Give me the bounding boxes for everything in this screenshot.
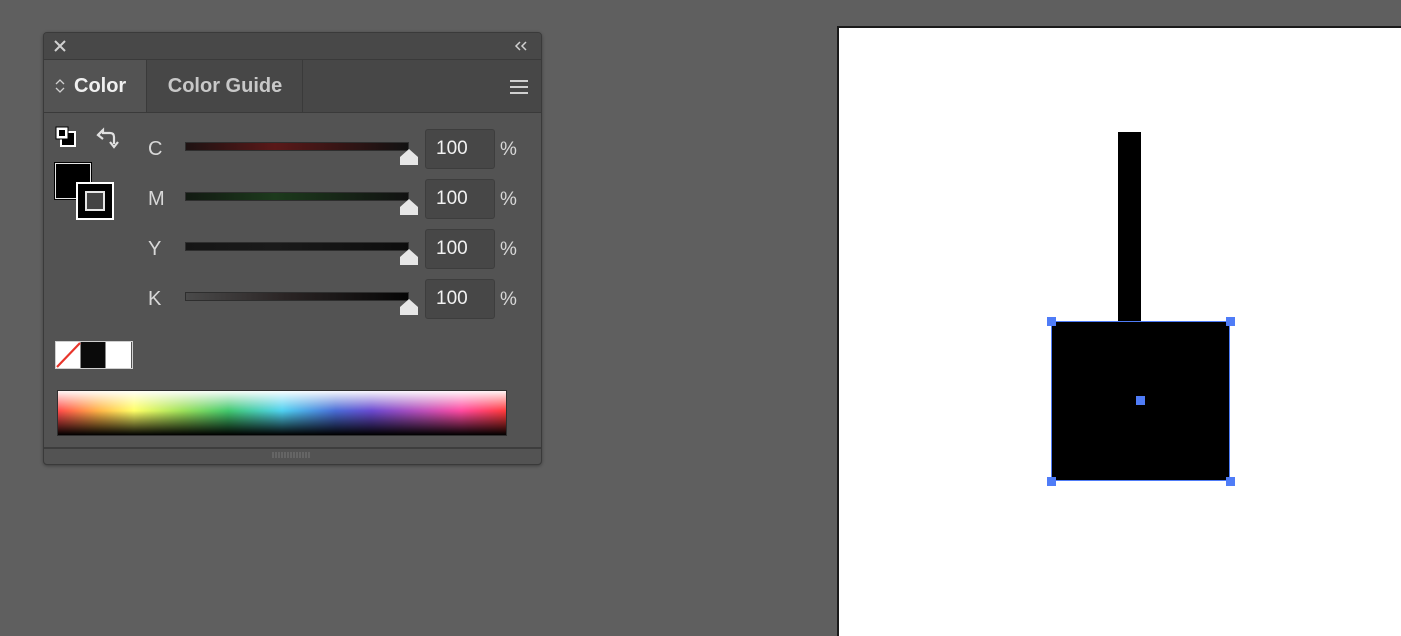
selection-handle-bottom-right[interactable] [1226, 477, 1235, 486]
color-panel: Color Color Guide C 100 % M 100 % Y 100 … [43, 32, 542, 465]
slider-label-c: C [148, 138, 163, 160]
spectrum-black-fade [58, 391, 506, 435]
unit-m: % [500, 189, 517, 210]
swatch-black[interactable] [81, 342, 106, 368]
slider-row-k: K 100 % [44, 279, 541, 320]
selection-handle-top-right[interactable] [1226, 317, 1235, 326]
slider-label-m: M [148, 188, 165, 210]
none-icon [56, 342, 81, 368]
menu-icon[interactable] [509, 79, 529, 95]
value-input-c[interactable]: 100 [425, 129, 495, 169]
slider-track-c[interactable] [185, 142, 409, 151]
slider-track-y[interactable] [185, 242, 409, 251]
slider-thumb-y[interactable] [400, 248, 418, 265]
resize-grip-icon[interactable] [272, 451, 312, 459]
selection-center-point[interactable] [1136, 396, 1145, 405]
quick-swatches [55, 341, 133, 369]
color-spectrum[interactable] [57, 390, 507, 436]
shape-stem[interactable] [1118, 132, 1141, 322]
tab-color-guide[interactable]: Color Guide [148, 60, 303, 112]
unit-y: % [500, 239, 517, 260]
slider-track-k[interactable] [185, 292, 409, 301]
unit-c: % [500, 139, 517, 160]
slider-row-m: M 100 % [44, 179, 541, 220]
panel-tabbar: Color Color Guide [44, 60, 541, 113]
value-input-y[interactable]: 100 [425, 229, 495, 269]
updown-icon[interactable] [54, 77, 66, 95]
slider-track-m[interactable] [185, 192, 409, 201]
slider-row-c: C 100 % [44, 129, 541, 170]
swatch-white[interactable] [106, 342, 131, 368]
tab-color-label: Color [74, 74, 127, 97]
slider-label-k: K [148, 288, 162, 310]
unit-k: % [500, 289, 517, 310]
close-icon[interactable] [52, 38, 68, 54]
slider-thumb-c[interactable] [400, 148, 418, 165]
value-input-k[interactable]: 100 [425, 279, 495, 319]
panel-bottom-divider [44, 447, 541, 449]
slider-thumb-k[interactable] [400, 298, 418, 315]
panel-titlebar[interactable] [44, 33, 541, 60]
tab-color-guide-label: Color Guide [167, 74, 283, 97]
selection-handle-bottom-left[interactable] [1047, 477, 1056, 486]
selection-handle-top-left[interactable] [1047, 317, 1056, 326]
collapse-icon[interactable] [513, 39, 529, 53]
slider-row-y: Y 100 % [44, 229, 541, 270]
swatch-none[interactable] [56, 342, 81, 368]
slider-label-y: Y [148, 238, 162, 260]
slider-thumb-m[interactable] [400, 198, 418, 215]
tab-color[interactable]: Color [44, 60, 147, 112]
value-input-m[interactable]: 100 [425, 179, 495, 219]
